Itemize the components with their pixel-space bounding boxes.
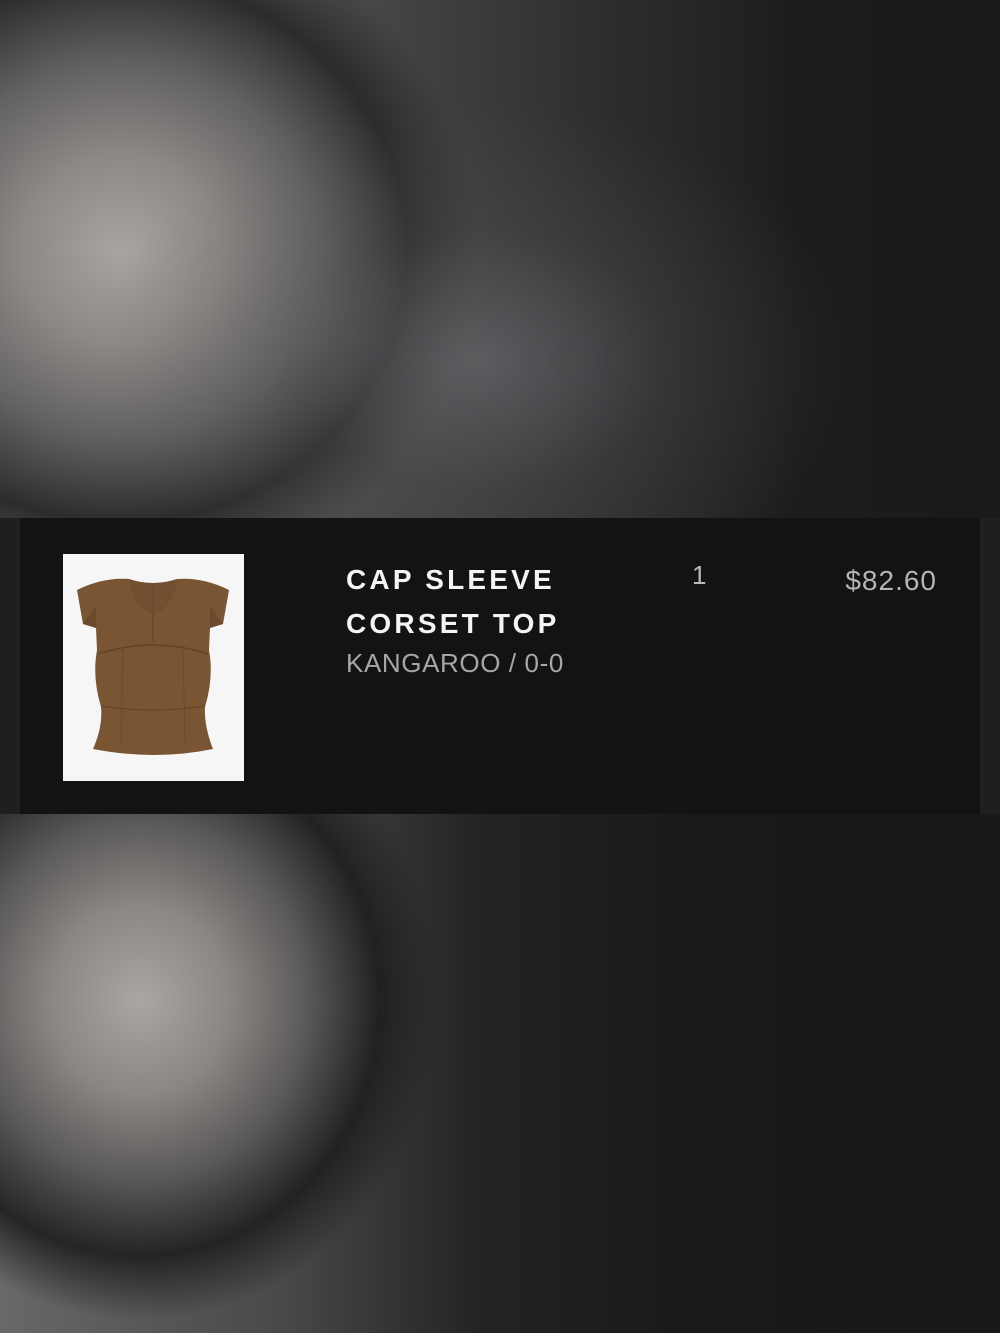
item-quantity: 1 bbox=[692, 560, 707, 590]
row-edge-right bbox=[980, 518, 1000, 814]
item-price: $82.60 bbox=[845, 565, 937, 596]
order-summary-screen: CAP SLEEVE CORSET TOP KANGAROO / 0-0 1 $… bbox=[0, 0, 1000, 1333]
order-item-row[interactable]: CAP SLEEVE CORSET TOP KANGAROO / 0-0 1 $… bbox=[20, 518, 980, 814]
blurred-background-top bbox=[0, 0, 1000, 518]
blurred-background-bottom bbox=[0, 814, 1000, 1333]
corset-top-image bbox=[77, 578, 229, 755]
row-edge-left bbox=[0, 518, 20, 814]
product-title[interactable]: CAP SLEEVE CORSET TOP bbox=[346, 558, 646, 646]
product-thumbnail[interactable] bbox=[63, 554, 244, 781]
product-variant: KANGAROO / 0-0 bbox=[346, 648, 564, 678]
